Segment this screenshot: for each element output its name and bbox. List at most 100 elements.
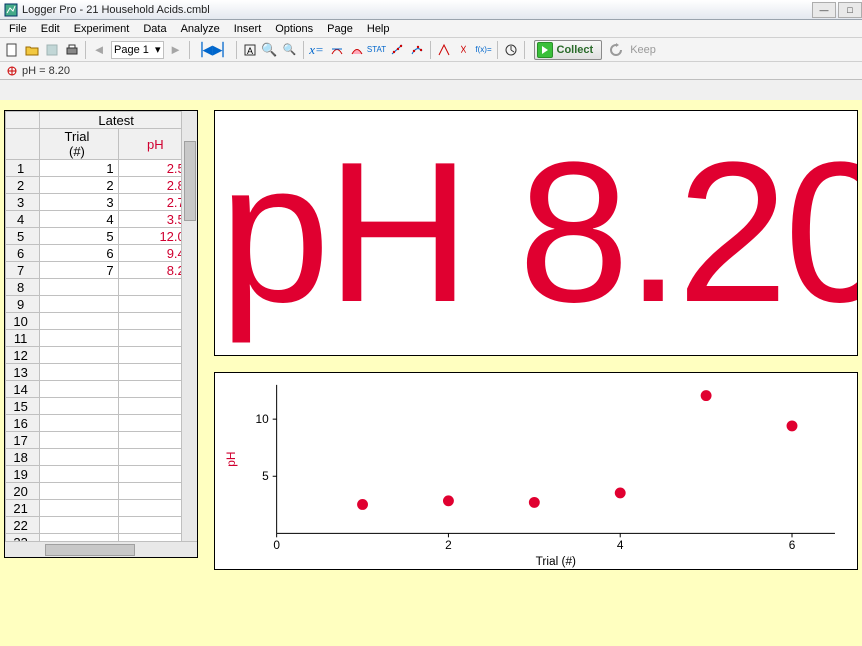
strike-icon[interactable]: ☓ (454, 40, 474, 60)
cell-trial[interactable] (40, 415, 118, 432)
data-collection-icon[interactable] (501, 40, 521, 60)
prev-page-icon[interactable]: ◄ (89, 40, 109, 60)
skip-fwd-icon[interactable]: ▶▏ (213, 40, 233, 60)
linear-fit-icon[interactable] (387, 40, 407, 60)
save-icon[interactable] (42, 40, 62, 60)
cell-trial[interactable] (40, 381, 118, 398)
menu-options[interactable]: Options (268, 21, 320, 37)
page-selector[interactable]: Page 1 ▾ (111, 41, 164, 59)
column-header-trial[interactable]: Trial(#) (40, 129, 118, 160)
row-number[interactable]: 11 (6, 330, 40, 347)
restore-icon[interactable]: f(x)= (474, 40, 494, 60)
tangent-icon[interactable] (327, 40, 347, 60)
menu-data[interactable]: Data (136, 21, 173, 37)
skip-back-icon[interactable]: ▕◀ (193, 40, 213, 60)
data-point[interactable] (701, 390, 712, 401)
cell-trial[interactable]: 7 (40, 262, 118, 279)
row-number[interactable]: 3 (6, 194, 40, 211)
cell-trial[interactable] (40, 517, 118, 534)
keep-button[interactable]: Keep (630, 44, 656, 56)
x-axis-label[interactable]: Trial (#) (536, 554, 576, 568)
cell-trial[interactable]: 3 (40, 194, 118, 211)
model-icon[interactable] (434, 40, 454, 60)
zoom-in-icon[interactable]: 🔍 (260, 40, 280, 60)
cell-trial[interactable]: 6 (40, 245, 118, 262)
row-number[interactable]: 12 (6, 347, 40, 364)
data-point[interactable] (787, 420, 798, 431)
status-reading[interactable]: pH = 8.20 (22, 65, 70, 77)
open-file-icon[interactable] (22, 40, 42, 60)
cell-trial[interactable] (40, 500, 118, 517)
cell-trial[interactable] (40, 347, 118, 364)
table-scrollbar-vertical[interactable] (181, 111, 197, 557)
maximize-button[interactable]: □ (838, 2, 862, 18)
status-toolbar: pH = 8.20 (0, 62, 862, 80)
cell-trial[interactable] (40, 432, 118, 449)
keep-label: Keep (630, 44, 656, 56)
digital-readout[interactable]: pH 8.20 (214, 110, 858, 356)
cell-trial[interactable] (40, 313, 118, 330)
row-number[interactable]: 21 (6, 500, 40, 517)
next-page-icon[interactable]: ► (166, 40, 186, 60)
row-number[interactable]: 9 (6, 296, 40, 313)
row-number[interactable]: 16 (6, 415, 40, 432)
data-point[interactable] (529, 497, 540, 508)
new-file-icon[interactable] (2, 40, 22, 60)
minimize-button[interactable]: — (812, 2, 836, 18)
row-number[interactable]: 2 (6, 177, 40, 194)
autoscale-icon[interactable]: A (240, 40, 260, 60)
cell-trial[interactable] (40, 296, 118, 313)
row-number[interactable]: 14 (6, 381, 40, 398)
row-number[interactable]: 5 (6, 228, 40, 245)
curve-fit-icon[interactable] (407, 40, 427, 60)
cell-trial[interactable] (40, 398, 118, 415)
table-title[interactable]: Latest (40, 112, 197, 129)
data-table-grid[interactable]: Latest Trial(#)pH112.53222.85332.71443.5… (5, 111, 197, 551)
row-number[interactable]: 10 (6, 313, 40, 330)
row-number[interactable]: 17 (6, 432, 40, 449)
row-number[interactable]: 7 (6, 262, 40, 279)
cell-trial[interactable] (40, 330, 118, 347)
row-number[interactable]: 6 (6, 245, 40, 262)
sync-button[interactable] (608, 42, 624, 58)
data-point[interactable] (443, 495, 454, 506)
graph-canvas[interactable]: 5100246Trial (#)pH (215, 373, 857, 569)
cell-trial[interactable]: 5 (40, 228, 118, 245)
row-number[interactable]: 20 (6, 483, 40, 500)
cell-trial[interactable]: 4 (40, 211, 118, 228)
menu-analyze[interactable]: Analyze (174, 21, 227, 37)
row-number[interactable]: 1 (6, 160, 40, 177)
cell-trial[interactable]: 1 (40, 160, 118, 177)
row-number[interactable]: 15 (6, 398, 40, 415)
menu-experiment[interactable]: Experiment (67, 21, 137, 37)
zoom-out-icon[interactable]: 🔍 (280, 40, 300, 60)
menu-file[interactable]: File (2, 21, 34, 37)
row-number[interactable]: 18 (6, 449, 40, 466)
row-number[interactable]: 8 (6, 279, 40, 296)
cell-trial[interactable]: 2 (40, 177, 118, 194)
cell-trial[interactable] (40, 364, 118, 381)
row-number[interactable]: 22 (6, 517, 40, 534)
y-axis-label[interactable]: pH (224, 452, 238, 467)
menu-help[interactable]: Help (360, 21, 397, 37)
row-number[interactable]: 13 (6, 364, 40, 381)
menu-page[interactable]: Page (320, 21, 360, 37)
data-point[interactable] (357, 499, 368, 510)
collect-button[interactable]: Collect (534, 40, 603, 60)
cell-trial[interactable] (40, 483, 118, 500)
cell-trial[interactable] (40, 449, 118, 466)
cell-trial[interactable] (40, 279, 118, 296)
row-number[interactable]: 4 (6, 211, 40, 228)
cell-trial[interactable] (40, 466, 118, 483)
table-scrollbar-horizontal[interactable] (5, 541, 197, 557)
stats-icon[interactable]: STAT (367, 40, 387, 60)
menu-insert[interactable]: Insert (227, 21, 269, 37)
integral-icon[interactable] (347, 40, 367, 60)
data-table[interactable]: Latest Trial(#)pH112.53222.85332.71443.5… (4, 110, 198, 558)
examine-icon[interactable]: x= (307, 40, 327, 60)
menu-edit[interactable]: Edit (34, 21, 67, 37)
print-icon[interactable] (62, 40, 82, 60)
graph[interactable]: 5100246Trial (#)pH (214, 372, 858, 570)
row-number[interactable]: 19 (6, 466, 40, 483)
data-point[interactable] (615, 487, 626, 498)
